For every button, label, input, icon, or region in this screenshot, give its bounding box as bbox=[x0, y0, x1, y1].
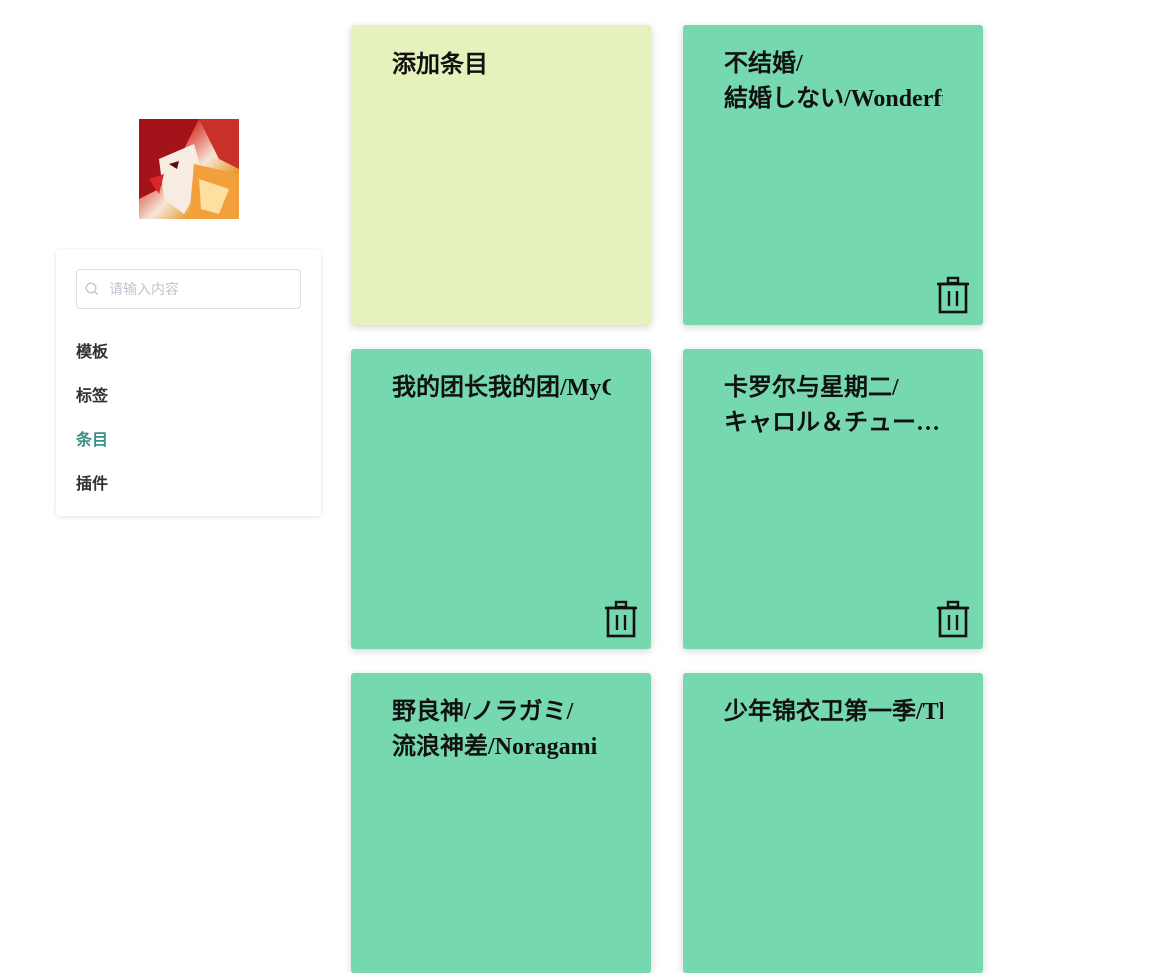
entry-card[interactable]: 少年锦衣卫第一季/TheYoungImperialGuards bbox=[683, 673, 983, 973]
search-box[interactable] bbox=[76, 269, 301, 309]
entry-title: 我的团长我的团/MyChiefandMyRegiment bbox=[392, 375, 611, 401]
add-entry-label: 添加条目 bbox=[392, 51, 488, 78]
entry-card[interactable]: 不结婚/結婚しない/WonderfulSingleLife bbox=[683, 25, 983, 325]
trash-icon[interactable] bbox=[935, 600, 971, 638]
trash-icon[interactable] bbox=[603, 600, 639, 638]
sidebar-item-plugins[interactable]: 插件 bbox=[76, 473, 276, 517]
sidebar-panel: 模板 标签 条目 插件 bbox=[56, 249, 321, 516]
entry-card[interactable]: 卡罗尔与星期二/キャロル＆チュー… bbox=[683, 349, 983, 649]
sidebar-menu: 模板 标签 条目 插件 bbox=[76, 341, 276, 517]
entry-card[interactable]: 我的团长我的团/MyChiefandMyRegiment bbox=[351, 349, 651, 649]
entry-title: 不结婚/結婚しない/WonderfulSingleLife bbox=[724, 51, 943, 112]
entry-card[interactable]: 野良神/ノラガミ/流浪神差/Noragami bbox=[351, 673, 651, 973]
entry-title: 少年锦衣卫第一季/TheYoungImperialGuards bbox=[724, 699, 943, 725]
add-entry-card[interactable]: 添加条目 bbox=[351, 25, 651, 325]
search-input[interactable] bbox=[107, 270, 291, 308]
sidebar-item-entries[interactable]: 条目 bbox=[76, 429, 276, 473]
sidebar-item-templates[interactable]: 模板 bbox=[76, 341, 276, 385]
entry-title: 卡罗尔与星期二/キャロル＆チュー… bbox=[724, 375, 940, 436]
search-icon bbox=[77, 282, 107, 296]
entry-title: 野良神/ノラガミ/流浪神差/Noragami bbox=[392, 699, 598, 760]
avatar bbox=[139, 119, 239, 219]
sidebar-item-tags[interactable]: 标签 bbox=[76, 385, 276, 429]
trash-icon[interactable] bbox=[935, 276, 971, 314]
